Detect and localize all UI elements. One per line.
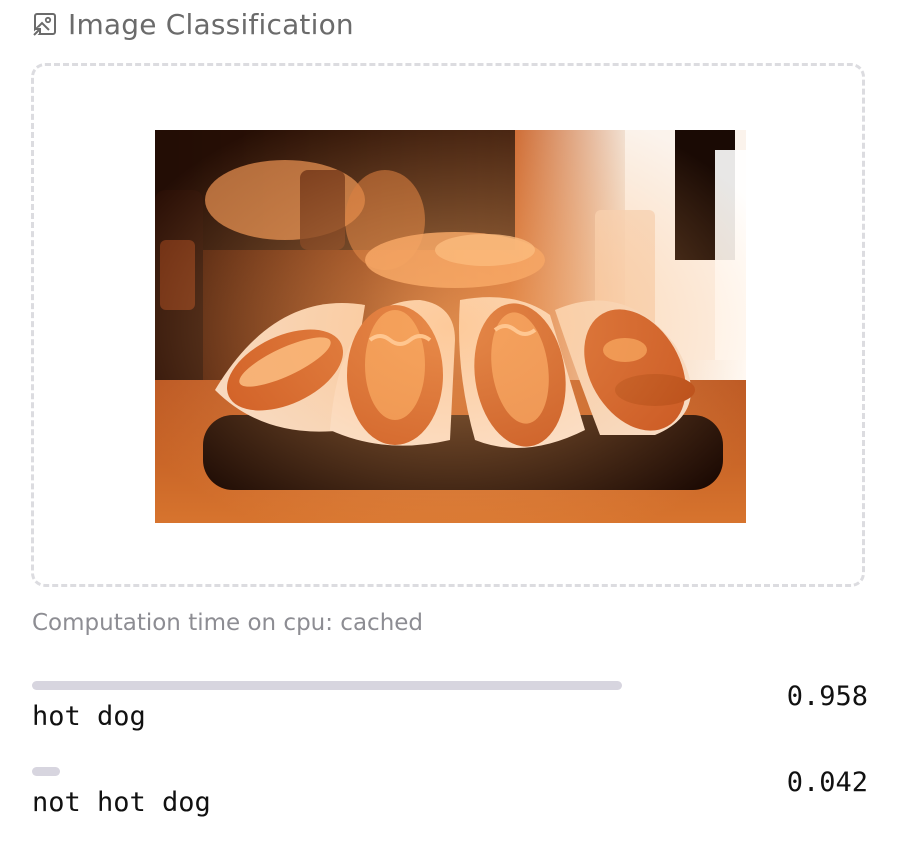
- prediction-label: hot dog: [32, 701, 146, 732]
- confidence-bar: [32, 767, 60, 776]
- image-icon: [32, 11, 58, 37]
- confidence-bar-track: [32, 767, 622, 776]
- prediction-label: not hot dog: [32, 787, 211, 818]
- component-title: Image Classification: [68, 7, 354, 41]
- component-header: Image Classification: [32, 4, 354, 44]
- computation-time: Computation time on cpu: cached: [32, 610, 424, 636]
- confidence-bar: [32, 681, 622, 690]
- prediction-score: 0.958: [786, 681, 868, 712]
- hot-dog-photo: [155, 130, 746, 523]
- confidence-bar-track: [32, 681, 622, 690]
- prediction-score: 0.042: [786, 767, 868, 798]
